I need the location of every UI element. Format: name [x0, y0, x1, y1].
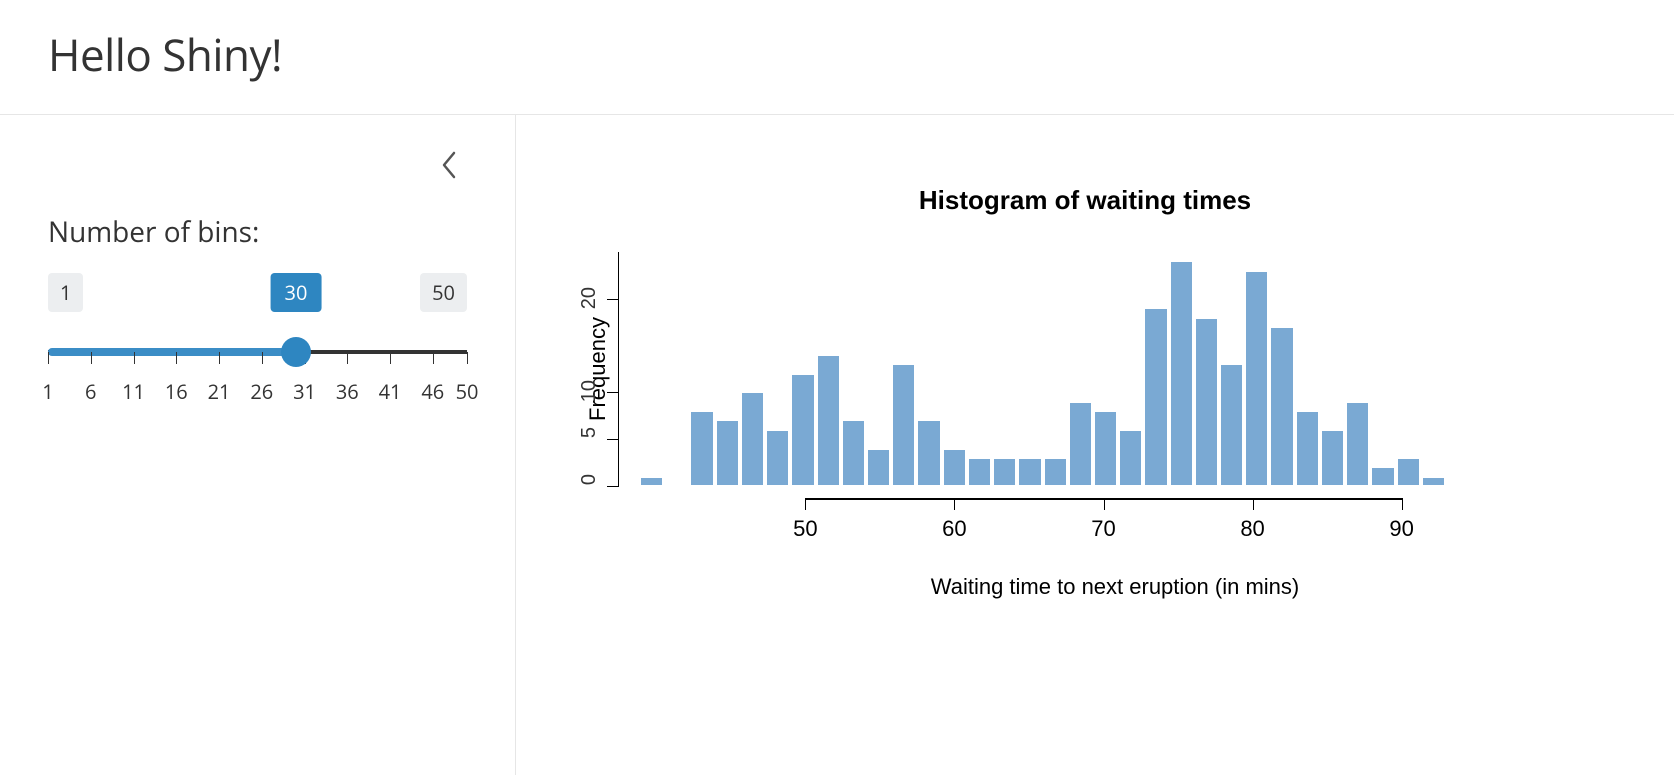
header: Hello Shiny!: [0, 0, 1674, 115]
slider-tick-label: 26: [250, 378, 273, 405]
histogram-bar: [892, 364, 915, 486]
body: Number of bins: 1 30 50 1611162126313641…: [0, 115, 1674, 775]
slider-tick-label: 6: [85, 378, 96, 405]
sidebar-collapse-button[interactable]: [431, 147, 467, 183]
histogram-bar: [1245, 271, 1268, 486]
x-tick: [1253, 498, 1254, 510]
slider-handle[interactable]: [281, 337, 311, 367]
histogram-bar: [1296, 411, 1319, 486]
histogram-bar: [1069, 402, 1092, 486]
slider-badge-row: 1 30 50: [48, 273, 467, 312]
slider-label: Number of bins:: [48, 213, 467, 251]
histogram-bar: [1371, 467, 1394, 486]
slider-max-badge: 50: [420, 273, 467, 312]
histogram-bar: [640, 477, 663, 486]
slider-tick-label: 36: [336, 378, 359, 405]
histogram-bar: [791, 374, 814, 486]
y-tick-label: 0: [578, 474, 601, 485]
x-tick: [1402, 498, 1403, 510]
histogram-bar: [968, 458, 991, 486]
slider-tick: [48, 352, 49, 364]
histogram-bar: [716, 420, 739, 486]
x-axis-label: Waiting time to next eruption (in mins): [645, 574, 1585, 600]
slider-min-badge: 1: [48, 273, 83, 312]
y-tick-label: 10: [578, 380, 601, 402]
x-axis: 50 60 70 80 90: [686, 486, 1506, 546]
x-tick: [1104, 498, 1105, 510]
slider-tick: [134, 352, 135, 364]
y-axis-label: Frequency: [585, 317, 611, 421]
histogram-bar: [1422, 477, 1445, 486]
slider-tick: [91, 352, 92, 364]
main-panel: Histogram of waiting times Frequency 051…: [516, 115, 1674, 775]
histogram-bar: [1397, 458, 1420, 486]
slider-tick-label: 50: [456, 378, 479, 405]
histogram-bar: [1195, 318, 1218, 486]
x-tick-label: 60: [942, 516, 966, 542]
histogram-bar: [1346, 402, 1369, 486]
slider-tick-labels: 16111621263136414650: [48, 378, 467, 402]
slider-tick: [219, 352, 220, 364]
bins-slider[interactable]: 1 30 50 16111621263136414650: [48, 273, 467, 402]
x-tick-label: 80: [1240, 516, 1264, 542]
page-title: Hello Shiny!: [48, 24, 1626, 84]
histogram-bar: [690, 411, 713, 486]
x-tick: [954, 498, 955, 510]
slider-tick: [433, 352, 434, 364]
y-tick: [607, 392, 619, 393]
histogram-bar: [817, 355, 840, 486]
x-tick-label: 50: [793, 516, 817, 542]
x-tick-label: 90: [1389, 516, 1413, 542]
slider-tick-label: 11: [122, 378, 145, 405]
histogram-bar: [1018, 458, 1041, 486]
y-tick-label: 20: [578, 287, 601, 309]
histogram-chart: Histogram of waiting times Frequency 051…: [585, 185, 1585, 600]
histogram-bar: [943, 449, 966, 486]
slider-tick-label: 1: [42, 378, 53, 405]
histogram-bar: [1044, 458, 1067, 486]
chevron-left-icon: [440, 150, 458, 180]
slider-tick-label: 31: [293, 378, 316, 405]
y-tick: [607, 439, 619, 440]
slider-tick: [262, 352, 263, 364]
slider-tick-label: 46: [421, 378, 444, 405]
histogram-bar: [842, 420, 865, 486]
plot-row: Frequency 051020: [585, 252, 1585, 486]
sidebar: Number of bins: 1 30 50 1611162126313641…: [0, 115, 516, 775]
histogram-bar: [867, 449, 890, 486]
sidebar-collapse-row: [48, 147, 467, 183]
histogram-bar: [1220, 364, 1243, 486]
slider-value-badge: 30: [271, 273, 322, 312]
slider-tick: [390, 352, 391, 364]
slider-track[interactable]: [48, 338, 467, 366]
histogram-bar: [1321, 430, 1344, 486]
histogram-bar: [1170, 261, 1193, 486]
x-tick-label: 70: [1091, 516, 1115, 542]
slider-tick: [467, 352, 468, 364]
x-tick: [805, 498, 806, 510]
histogram-bar: [766, 430, 789, 486]
histogram-bar: [917, 420, 940, 486]
chart-title: Histogram of waiting times: [585, 185, 1585, 216]
slider-tick-label: 41: [379, 378, 402, 405]
histogram-bar: [1094, 411, 1117, 486]
bars: [640, 252, 1445, 486]
histogram-bar: [1270, 327, 1293, 486]
slider-ticks: [48, 352, 467, 366]
slider-tick-label: 21: [208, 378, 231, 405]
histogram-bar: [993, 458, 1016, 486]
y-tick: [607, 299, 619, 300]
y-axis-line: [618, 252, 620, 486]
slider-tick: [347, 352, 348, 364]
slider-tick-label: 16: [165, 378, 188, 405]
slider-tick: [176, 352, 177, 364]
histogram-bar: [1119, 430, 1142, 486]
histogram-bar: [1144, 308, 1167, 486]
histogram-bar: [741, 392, 764, 486]
y-tick-label: 5: [578, 427, 601, 438]
y-tick: [607, 486, 619, 487]
plot-area: [625, 252, 1445, 486]
